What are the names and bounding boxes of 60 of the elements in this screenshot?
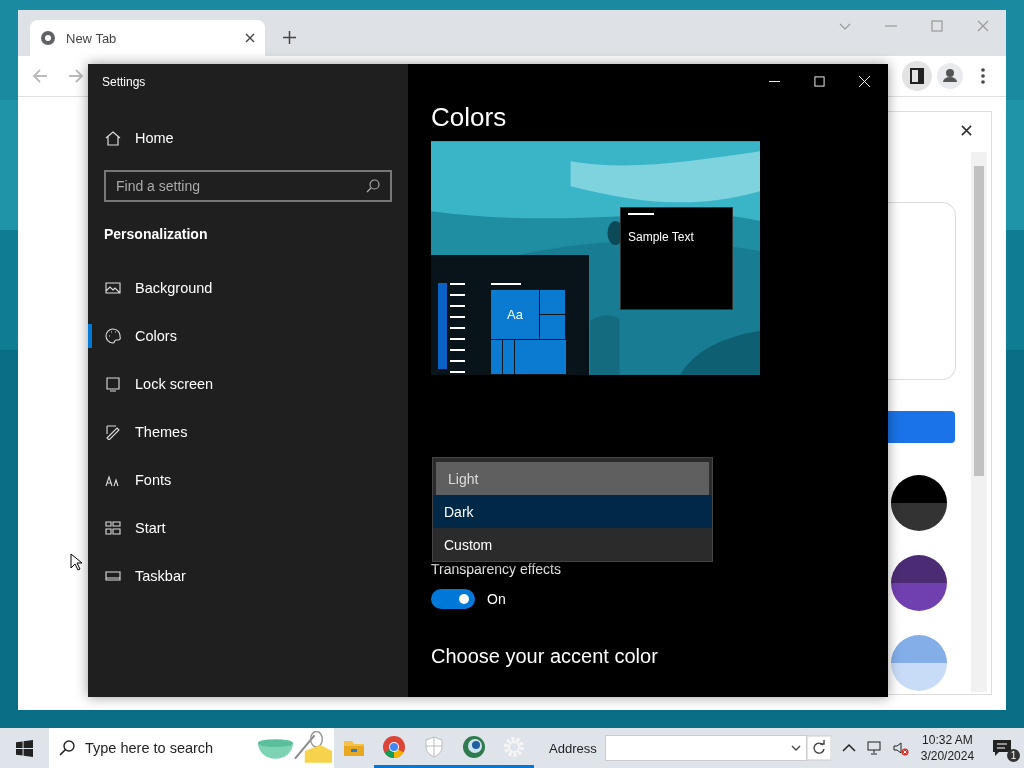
clock-time[interactable]: 10:32 AM (922, 732, 973, 748)
tile (491, 340, 502, 374)
dropdown-option[interactable]: Dark (433, 495, 712, 528)
nav-item[interactable]: Taskbar (88, 552, 408, 600)
close-icon[interactable] (961, 125, 972, 136)
nav-icon (105, 424, 121, 440)
section-heading: Personalization (103, 225, 209, 244)
search-icon (59, 740, 75, 756)
browser-tab[interactable]: New Tab (30, 20, 265, 56)
close-icon[interactable] (245, 33, 255, 43)
nav-icon (105, 280, 121, 296)
home-link[interactable]: Home (88, 114, 408, 162)
start-icon[interactable] (16, 739, 33, 757)
nav-icon (105, 568, 121, 584)
tile (540, 290, 565, 314)
theme-swatch[interactable] (891, 555, 947, 611)
toggle-state: On (487, 591, 506, 607)
theme-swatch[interactable] (891, 475, 947, 531)
tile (540, 315, 565, 339)
notification-badge: 1 (1007, 749, 1021, 762)
volume-muted-icon[interactable] (892, 740, 909, 756)
theme-swatch[interactable] (891, 635, 947, 691)
new-tab-icon[interactable] (283, 31, 296, 44)
side-panel-icon[interactable] (902, 61, 932, 91)
nav-icon (105, 520, 121, 536)
nav-item[interactable]: Colors (88, 312, 408, 360)
search-icon (366, 179, 380, 193)
nav-item[interactable]: Fonts (88, 456, 408, 504)
nav-item[interactable]: Start (88, 504, 408, 552)
address-label: Address (549, 740, 597, 756)
search-field[interactable]: Type here to search (49, 728, 334, 768)
nav-item[interactable]: Lock screen (88, 360, 408, 408)
nav-item[interactable]: Background (88, 264, 408, 312)
nav-item[interactable]: Themes (88, 408, 408, 456)
section-heading: Choose your accent color (431, 645, 659, 668)
clock-date[interactable]: 3/20/2024 (920, 748, 975, 764)
window-title: Settings (101, 74, 147, 91)
header-line (491, 283, 521, 285)
tile (503, 340, 514, 374)
dropdown-option[interactable]: Custom (433, 528, 712, 561)
dropdown-option[interactable]: Light (436, 462, 709, 495)
toggle-switch[interactable] (431, 589, 475, 609)
tile: Aa (491, 290, 539, 339)
transparency-label: Transparency effects (431, 561, 562, 577)
network-icon[interactable] (866, 740, 883, 756)
pointer-icon (70, 553, 82, 571)
scrollbar[interactable] (971, 152, 987, 692)
browser-logo-icon (382, 734, 406, 759)
shield-icon (422, 734, 446, 759)
refresh-icon[interactable] (806, 735, 831, 761)
profile-icon[interactable] (935, 61, 965, 91)
home-icon (105, 130, 121, 146)
browser-logo-icon (40, 30, 56, 46)
tile (515, 340, 566, 374)
nav-icon (105, 376, 121, 392)
search-field[interactable]: Find a setting (104, 170, 392, 202)
page-title: Colors (431, 102, 508, 134)
nav-icon (105, 328, 121, 344)
notification-icon[interactable] (992, 739, 1013, 757)
sample-text: Sample Text (628, 230, 694, 244)
